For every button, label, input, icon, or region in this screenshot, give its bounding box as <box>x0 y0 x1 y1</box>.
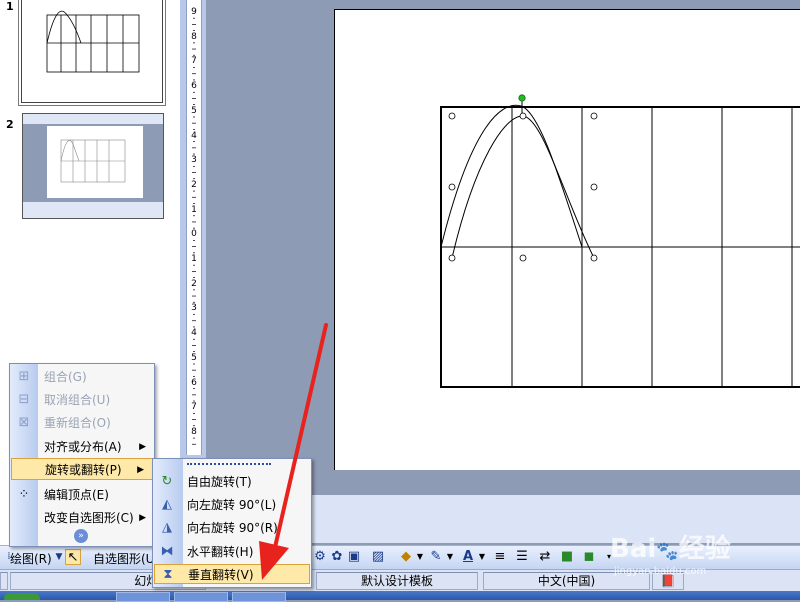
menu-item-flip-vertical[interactable]: ⧗ 垂直翻转(V) <box>154 564 310 584</box>
insert-diagram-icon[interactable]: ⚙ <box>312 549 328 565</box>
menu-item-label: 垂直翻转(V) <box>188 568 254 582</box>
status-grip <box>0 572 8 590</box>
edit-points-icon: ⁘ <box>18 487 30 502</box>
font-color-dropdown-icon[interactable]: ▼ <box>474 549 490 565</box>
insert-picture-icon[interactable]: ▣ <box>346 549 362 565</box>
menu-item-label: 水平翻转(H) <box>187 545 254 559</box>
thumbnail-1-preview <box>46 10 140 73</box>
watermark-brand: Bai <box>610 534 657 564</box>
design-template: 默认设计模板 <box>316 572 478 590</box>
menu-item-align-distribute[interactable]: 对齐或分布(A) ▶ <box>10 436 154 458</box>
menu-item-label: 改变自选图形(C) <box>44 511 134 525</box>
insert-image-icon[interactable]: ▨ <box>370 549 386 565</box>
arrow-style-icon[interactable]: ⇄ <box>537 549 553 565</box>
double-chevron-down-icon[interactable]: » <box>74 529 88 543</box>
draw-menu: ⊞ 组合(G) ⊟ 取消组合(U) ⊠ 重新组合(O) 对齐或分布(A) ▶ 旋… <box>9 363 155 547</box>
group-icon: ⊞ <box>18 369 30 384</box>
ungroup-icon: ⊟ <box>18 392 30 407</box>
draw-menu-button[interactable]: 绘图(R) <box>10 550 52 567</box>
ruler-label: 3 <box>191 303 197 314</box>
autoshapes-button[interactable]: 自选图形(U) <box>93 550 159 567</box>
ruler-label: 4 <box>191 328 197 339</box>
ruler-label: 2 <box>191 179 197 190</box>
taskbar-app-1[interactable] <box>116 592 170 602</box>
insert-clipart-icon[interactable]: ✿ <box>329 549 345 565</box>
slide-thumbnail-1[interactable] <box>18 0 166 106</box>
thumbnail-number: 1 <box>6 0 14 13</box>
menu-item-rotate-right[interactable]: ◮ 向右旋转 90°(R) <box>153 517 311 539</box>
menu-item-regroup: ⊠ 重新组合(O) <box>10 412 154 434</box>
taskbar <box>0 591 800 602</box>
fill-color-dropdown-icon[interactable]: ▼ <box>412 549 428 565</box>
flip-vertical-icon: ⧗ <box>163 567 173 582</box>
ruler-label: 4 <box>191 130 197 141</box>
paw-icon: 🐾 <box>656 541 679 562</box>
menu-expand[interactable]: » <box>10 528 154 544</box>
taskbar-app-3[interactable] <box>232 592 286 602</box>
ruler-label: 7 <box>191 56 197 67</box>
start-button[interactable] <box>4 593 40 600</box>
taskbar-app-2[interactable] <box>174 592 228 602</box>
menu-item-free-rotate[interactable]: ↻ 自由旋转(T) <box>153 471 311 493</box>
ruler-label: 6 <box>191 377 197 388</box>
menu-item-flip-horizontal[interactable]: ⧓ 水平翻转(H) <box>153 541 311 563</box>
line-style-icon[interactable]: ≡ <box>492 549 508 565</box>
slide-canvas[interactable] <box>334 9 800 487</box>
menu-item-label: 向右旋转 90°(R) <box>187 521 278 535</box>
submenu-arrow-icon: ▶ <box>139 442 146 452</box>
menu-item-label: 取消组合(U) <box>44 393 111 407</box>
shadow-style-icon[interactable]: ■ <box>559 549 575 565</box>
flip-horizontal-icon: ⧓ <box>160 544 174 559</box>
dash-style-icon[interactable]: ☰ <box>514 549 530 565</box>
ruler-label: 9 <box>191 7 197 17</box>
rotate-flip-submenu: ↻ 自由旋转(T) ◭ 向左旋转 90°(L) ◮ 向右旋转 90°(R) ⧓ … <box>152 458 312 588</box>
ruler-label: 1 <box>191 204 197 215</box>
ruler-label: 1 <box>191 254 197 264</box>
menu-item-label: 旋转或翻转(P) <box>45 463 122 477</box>
menu-item-label: 向左旋转 90°(L) <box>187 498 277 512</box>
watermark-brand-2: 经验 <box>678 534 731 564</box>
ruler-label: 2 <box>191 278 197 289</box>
ruler-label: 0 <box>191 229 197 240</box>
rotate-right-icon: ◮ <box>162 520 172 535</box>
submenu-arrow-icon: ▶ <box>139 513 146 523</box>
menu-item-rotate-left[interactable]: ◭ 向左旋转 90°(L) <box>153 494 311 516</box>
rotate-handle <box>518 94 526 102</box>
slide-thumbnail-2[interactable] <box>22 113 164 219</box>
menu-item-label: 组合(G) <box>44 370 87 384</box>
slide-drawing <box>440 94 800 388</box>
menu-item-label: 重新组合(O) <box>44 416 111 430</box>
submenu-arrow-icon: ▶ <box>137 465 144 475</box>
menu-item-label: 编辑顶点(E) <box>44 488 109 502</box>
ruler-label: 5 <box>191 105 197 116</box>
rotate-left-icon: ◭ <box>162 497 172 512</box>
thumbnail-2-preview <box>23 114 163 218</box>
line-color-dropdown-icon[interactable]: ▼ <box>442 549 458 565</box>
ruler-label: 6 <box>191 81 197 92</box>
watermark-logo: Bai🐾经验 <box>610 528 731 565</box>
menu-item-label: 对齐或分布(A) <box>44 440 122 454</box>
ruler-label: 8 <box>191 31 197 42</box>
menu-item-group: ⊞ 组合(G) <box>10 366 154 388</box>
curve-inner <box>451 115 595 259</box>
menu-item-ungroup: ⊟ 取消组合(U) <box>10 389 154 411</box>
ruler-label: 5 <box>191 352 197 363</box>
menu-item-label: 自由旋转(T) <box>187 475 252 489</box>
free-rotate-icon: ↻ <box>161 474 173 489</box>
ruler-label: 8 <box>191 426 197 437</box>
menu-item-change-autoshape[interactable]: 改变自选图形(C) ▶ <box>10 507 154 529</box>
select-pointer-icon[interactable]: ↖ <box>65 549 81 565</box>
submenu-drag-handle[interactable] <box>187 463 271 467</box>
watermark-url: jingyan.baidu.com <box>614 566 707 577</box>
vertical-ruler[interactable]: 9 8 7 6 5 4 3 2 1 0 1 2 3 4 5 6 7 8 <box>186 0 202 455</box>
thumbnail-number: 2 <box>6 118 14 131</box>
regroup-icon: ⊠ <box>18 415 30 430</box>
menu-item-rotate-flip[interactable]: 旋转或翻转(P) ▶ <box>11 458 153 480</box>
menu-item-edit-points[interactable]: ⁘ 编辑顶点(E) <box>10 484 154 506</box>
ruler-label: 7 <box>191 402 197 413</box>
3d-style-icon[interactable]: ◼ <box>581 549 597 565</box>
ruler-label: 3 <box>191 155 197 166</box>
